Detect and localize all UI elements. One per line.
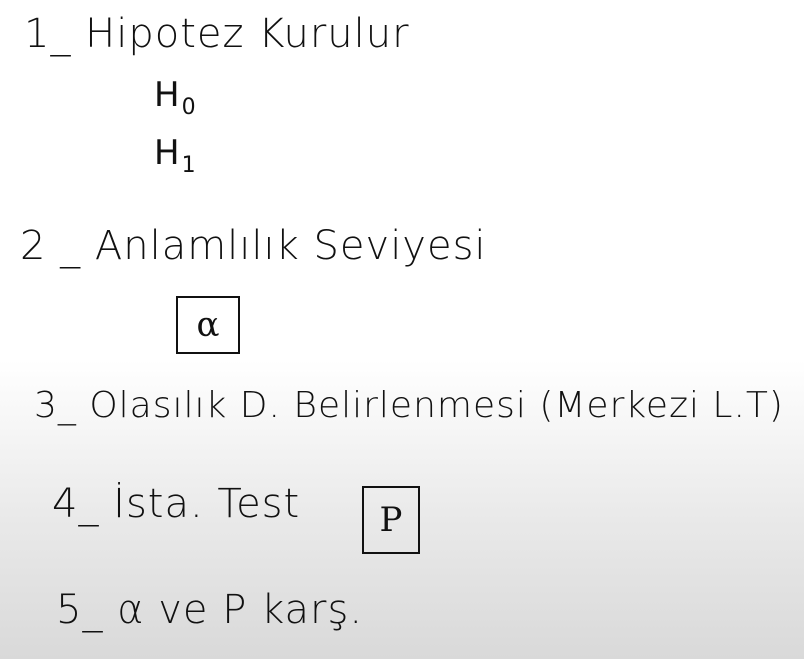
h1-letter: H — [154, 133, 180, 173]
step-3-probability-distribution: 3_ Olasılık D. Belirlenmesi (Merkezi L.T… — [34, 388, 784, 424]
h0-letter: H — [154, 75, 180, 115]
whiteboard: 1_ Hipotez Kurulur H0 H1 2 _ Anlamlılık … — [0, 0, 804, 659]
step-3-label: 3_ Olasılık D. Belirlenmesi (Merkezi L.T… — [34, 385, 784, 426]
step-1-label: 1_ Hipotez Kurulur — [24, 11, 410, 57]
step-2-label: 2 _ Anlamlılık Seviyesi — [20, 223, 487, 269]
h1-index: 1 — [181, 153, 196, 178]
p-symbol: P — [379, 500, 403, 540]
alpha-symbol: α — [196, 305, 220, 345]
hypothesis-h1: H1 — [154, 133, 196, 177]
step-5-label: 5_ α ve P karş. — [56, 587, 364, 633]
step-4-test-statistic: 4_ İsta. Test — [52, 484, 300, 524]
step-2-significance-level: 2 _ Anlamlılık Seviyesi — [20, 226, 487, 266]
step-5-comparison: 5_ α ve P karş. — [56, 590, 363, 630]
hypothesis-h0: H0 — [154, 75, 196, 119]
p-box: P — [362, 486, 420, 554]
h0-index: 0 — [181, 95, 196, 120]
step-1-hypothesis: 1_ Hipotez Kurulur — [24, 14, 410, 54]
step-4-label: 4_ İsta. Test — [52, 481, 301, 527]
alpha-box: α — [176, 296, 240, 354]
